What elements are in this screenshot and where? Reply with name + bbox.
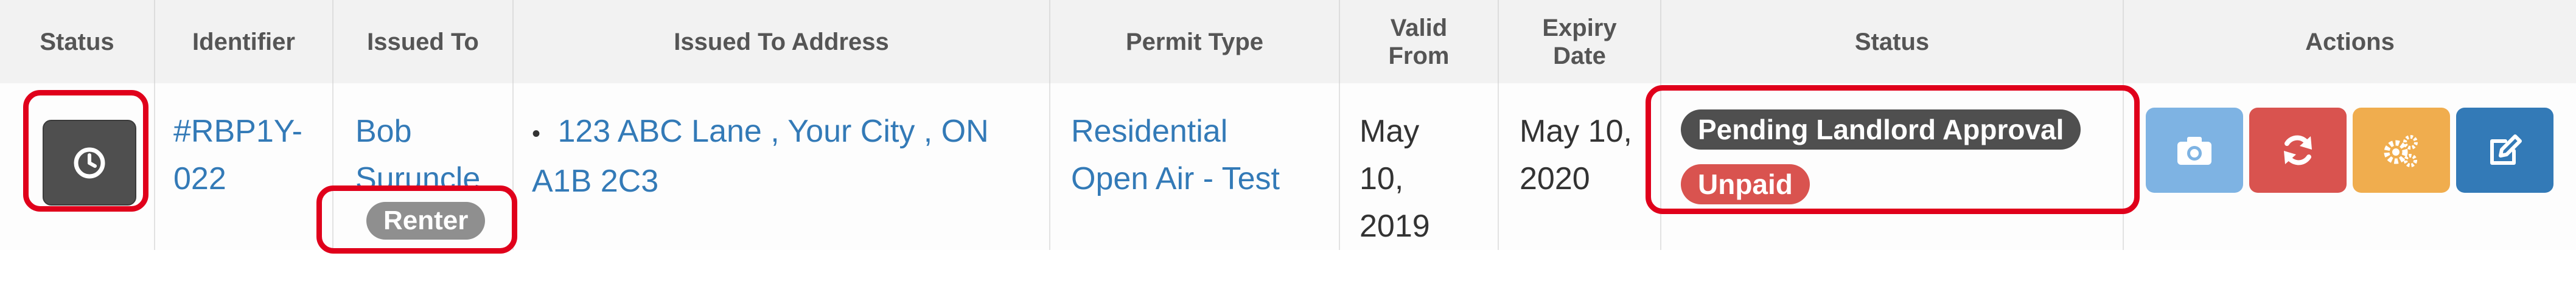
column-header-identifier[interactable]: Identifier — [155, 0, 333, 83]
expiry-line1: May 10, — [1520, 114, 1632, 149]
column-header-status[interactable]: Status — [0, 0, 155, 83]
edit-button[interactable] — [2456, 108, 2553, 193]
column-header-expiry-line2: Date — [1553, 42, 1606, 69]
valid-from-cell: May 10, 2019 — [1340, 83, 1499, 250]
status-button[interactable] — [43, 120, 136, 206]
column-header-permit-type[interactable]: Permit Type — [1050, 0, 1340, 83]
status-cell — [0, 83, 155, 250]
column-header-valid-from-line2: From — [1388, 42, 1450, 69]
issued-to-cell: Bob Suruncle Renter — [333, 83, 514, 250]
column-header-actions-label: Actions — [2305, 28, 2395, 55]
permit-type-cell: Residential Open Air - Test — [1050, 83, 1340, 250]
identifier-line1: #RBP1Y- — [173, 114, 302, 149]
manage-button[interactable] — [2353, 108, 2450, 193]
table-header: Status Identifier Issued To Issued To Ad… — [0, 0, 2576, 85]
permit-identifier-link[interactable]: #RBP1Y- 022 — [173, 108, 320, 203]
identifier-line2: 022 — [173, 161, 226, 196]
column-header-issued-to-label: Issued To — [367, 28, 479, 55]
cogs-icon — [2384, 135, 2418, 167]
column-header-status-label: Status — [40, 28, 114, 55]
address-line1-link[interactable]: 123 ABC Lane , Your City , ON — [557, 114, 988, 149]
address-line2-link[interactable]: A1B 2C3 — [532, 164, 658, 199]
table-row: #RBP1Y- 022 Bob Suruncle Renter • 123 AB… — [0, 83, 2576, 250]
unpaid-badge: Unpaid — [1681, 164, 1810, 204]
column-header-status-2-label: Status — [1854, 28, 1930, 55]
column-header-actions: Actions — [2124, 0, 2576, 83]
column-header-permit-type-label: Permit Type — [1126, 28, 1263, 55]
column-header-issued-to[interactable]: Issued To — [333, 0, 514, 83]
address-bullet: • — [532, 120, 541, 147]
expiry-line2: 2020 — [1520, 161, 1590, 196]
actions-cell — [2124, 83, 2576, 250]
permit-type-line1: Residential — [1071, 114, 1228, 149]
issued-to-line1: Bob — [355, 114, 412, 149]
permit-table-screenshot: Status Identifier Issued To Issued To Ad… — [0, 0, 2576, 298]
column-header-status-2[interactable]: Status — [1661, 0, 2124, 83]
column-header-expiry-date[interactable]: Expiry Date — [1499, 0, 1661, 83]
clock-icon — [74, 147, 105, 178]
refresh-icon — [2284, 135, 2312, 165]
valid-from-line1: May — [1360, 114, 1420, 149]
permits-table: Status Identifier Issued To Issued To Ad… — [0, 0, 2576, 250]
status-badges-cell: Pending Landlord Approval Unpaid — [1661, 83, 2124, 250]
pending-landlord-approval-badge: Pending Landlord Approval — [1681, 109, 2081, 150]
column-header-expiry-line1: Expiry — [1542, 14, 1617, 41]
column-header-issued-to-address[interactable]: Issued To Address — [514, 0, 1050, 83]
expiry-cell: May 10, 2020 — [1499, 83, 1661, 250]
valid-from-line3: 2019 — [1360, 209, 1430, 244]
identifier-cell: #RBP1Y- 022 — [155, 83, 333, 250]
column-header-issued-to-address-label: Issued To Address — [674, 28, 889, 55]
camera-icon — [2177, 137, 2211, 165]
address-cell: • 123 ABC Lane , Your City , ON A1B 2C3 — [514, 83, 1050, 250]
permit-type-line2: Open Air - Test — [1071, 161, 1280, 196]
valid-from-line2: 10, — [1360, 161, 1404, 196]
permit-type-link[interactable]: Residential Open Air - Test — [1071, 108, 1327, 203]
renew-button[interactable] — [2249, 108, 2347, 193]
photo-button[interactable] — [2146, 108, 2243, 193]
renter-badge: Renter — [366, 202, 486, 240]
column-header-valid-from-line1: Valid — [1390, 14, 1448, 41]
column-header-identifier-label: Identifier — [192, 28, 295, 55]
column-header-valid-from[interactable]: Valid From — [1340, 0, 1499, 83]
issued-to-link[interactable]: Bob Suruncle — [355, 108, 500, 203]
edit-icon — [2490, 134, 2522, 165]
